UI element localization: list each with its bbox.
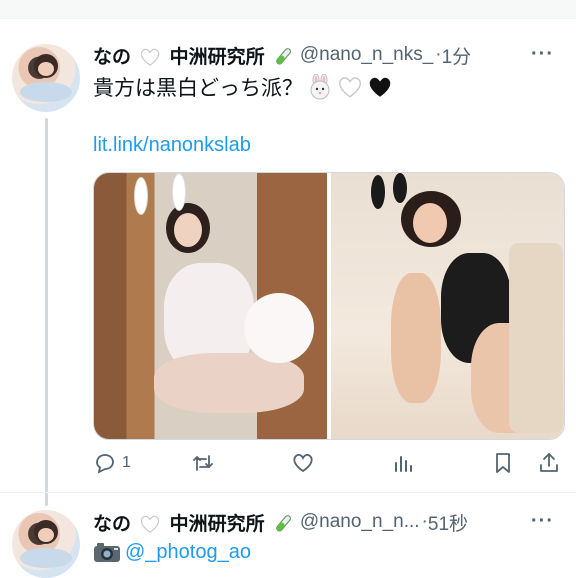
mention-link[interactable]: @_photog_ao xyxy=(125,541,251,564)
handle[interactable]: @nano_n_nks_ xyxy=(300,44,433,66)
test-tube-icon xyxy=(276,515,291,532)
test-tube-icon xyxy=(276,48,291,65)
display-name-part1: なの xyxy=(93,46,132,68)
more-icon[interactable]: ··· xyxy=(531,43,554,66)
tweet-actions: 1 xyxy=(93,448,563,478)
tweet-header: なの 中洲研究所 @nano_n_n... · 51秒 xyxy=(93,508,468,536)
black-heart-icon xyxy=(369,77,391,97)
more-icon[interactable]: ··· xyxy=(531,510,554,533)
tweet-divider xyxy=(0,492,576,493)
top-bar xyxy=(0,0,576,19)
camera-icon xyxy=(94,543,120,562)
display-name-part1: なの xyxy=(93,513,132,535)
like-icon xyxy=(293,453,313,473)
views-icon xyxy=(395,456,412,472)
profile-link[interactable]: lit.link/nanonkslab xyxy=(93,134,251,157)
avatar[interactable] xyxy=(12,510,80,578)
retweet-button[interactable] xyxy=(191,448,215,478)
thread-line xyxy=(45,118,48,506)
views-button[interactable] xyxy=(391,448,415,478)
rabbit-icon xyxy=(310,74,330,100)
timestamp[interactable]: 51秒 xyxy=(428,509,468,536)
bookmark-button[interactable] xyxy=(491,448,515,478)
tweet-text: @_photog_ao xyxy=(93,540,251,564)
display-name-part2: 中洲研究所 xyxy=(169,46,265,68)
like-button[interactable] xyxy=(291,448,315,478)
reply-icon xyxy=(96,454,114,474)
bookmark-icon xyxy=(496,453,510,473)
timestamp[interactable]: 1分 xyxy=(442,42,472,69)
reply-button[interactable]: 1 xyxy=(93,448,131,478)
white-heart-icon xyxy=(339,77,361,98)
media-grid xyxy=(93,172,565,440)
avatar[interactable] xyxy=(12,44,80,112)
handle[interactable]: @nano_n_n... xyxy=(300,511,420,533)
retweet-icon xyxy=(193,455,213,471)
tweet-text: 貴方は黒白どっち派？ xyxy=(93,72,393,102)
display-name[interactable]: なの 中洲研究所 xyxy=(93,509,294,536)
tweet-text-body: 貴方は黒白どっち派？ xyxy=(93,77,303,100)
display-name-part2: 中洲研究所 xyxy=(169,513,265,535)
reply-count: 1 xyxy=(122,454,131,471)
display-name[interactable]: なの 中洲研究所 xyxy=(93,42,294,69)
white-heart-icon xyxy=(141,49,160,67)
photo-black-outfit[interactable] xyxy=(331,173,564,439)
share-icon xyxy=(540,453,558,472)
photo-white-outfit[interactable] xyxy=(94,173,327,439)
white-heart-icon xyxy=(141,516,160,534)
tweet-header: なの 中洲研究所 @nano_n_nks_ · 1分 xyxy=(93,41,471,69)
share-button[interactable] xyxy=(537,448,561,478)
